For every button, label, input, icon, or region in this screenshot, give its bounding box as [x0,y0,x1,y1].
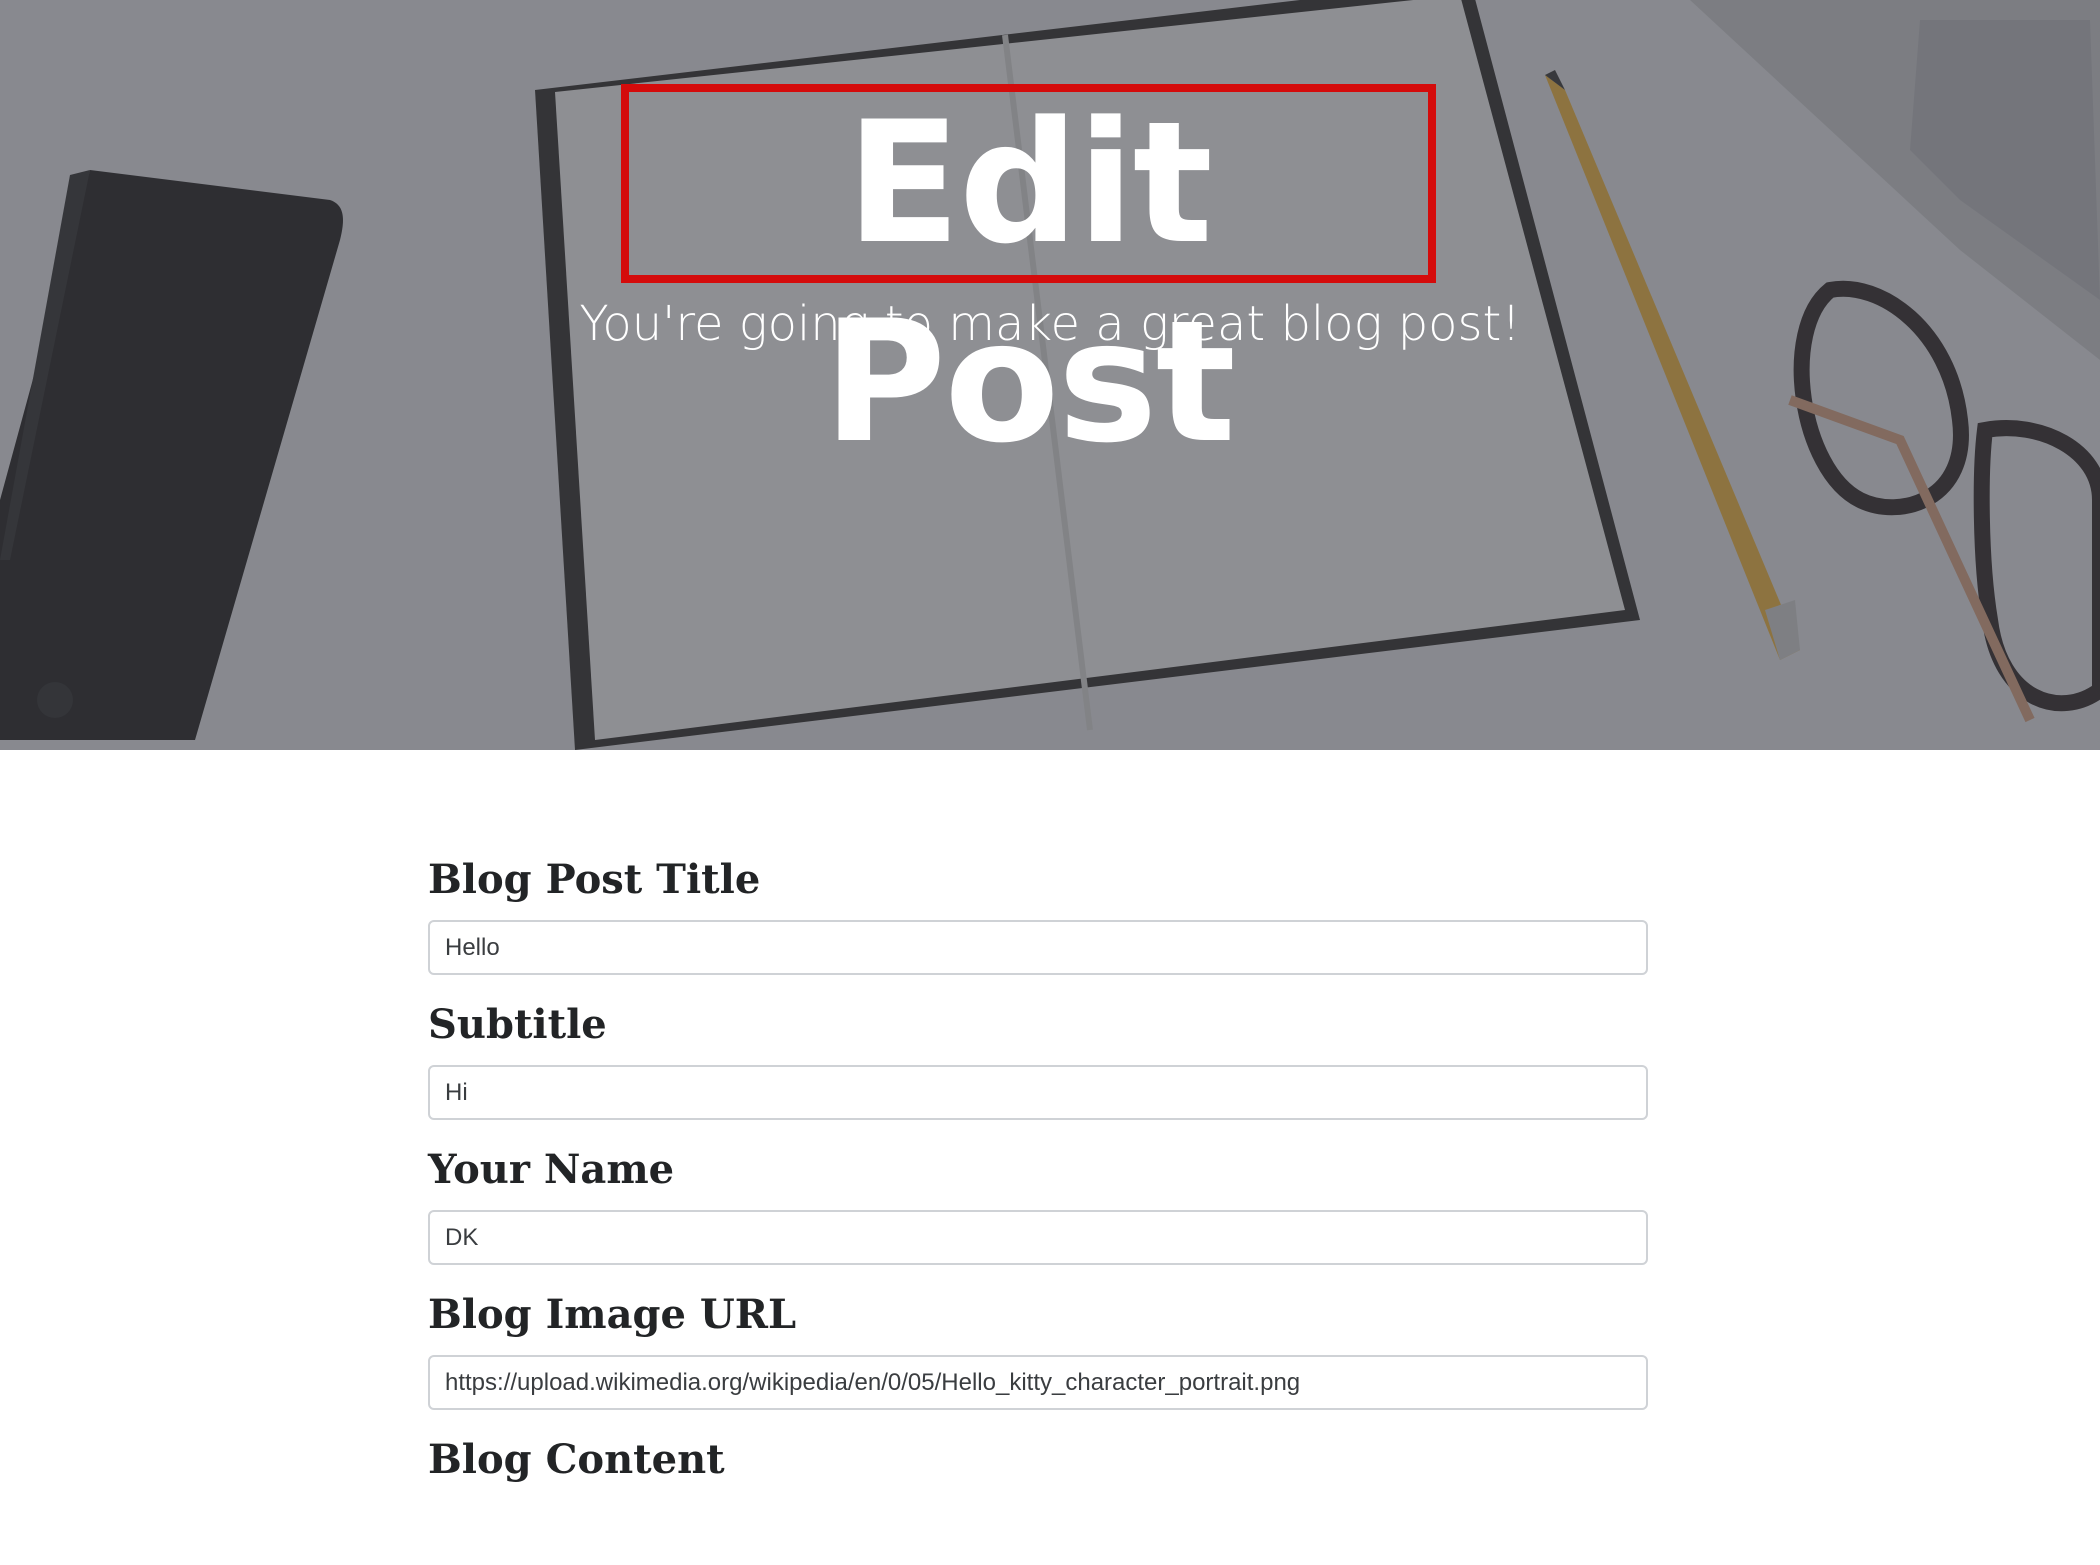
field-blog-content: Blog Content [428,1420,1648,1565]
blog-image-url-label: Blog Image URL [428,1291,797,1338]
blog-post-title-input[interactable] [428,920,1648,975]
your-name-label: Your Name [428,1146,675,1193]
page-subtitle: You're going to make a great blog post! [579,296,1521,352]
field-subtitle: Subtitle [428,985,1648,1130]
your-name-input[interactable] [428,1210,1648,1265]
subtitle-label: Subtitle [428,1001,607,1048]
page-title: Edit Post [823,85,1236,480]
subtitle-input[interactable] [428,1065,1648,1120]
edit-post-form: Blog Post Title Subtitle Your Name Blog … [428,840,1648,1565]
field-blog-post-title: Blog Post Title [428,840,1648,985]
field-blog-image-url: Blog Image URL [428,1275,1648,1420]
blog-post-title-label: Blog Post Title [428,856,761,903]
field-your-name: Your Name [428,1130,1648,1275]
hero-header: Edit Post You're going to make a great b… [0,0,2100,750]
blog-content-label: Blog Content [428,1436,725,1483]
blog-image-url-input[interactable] [428,1355,1648,1410]
